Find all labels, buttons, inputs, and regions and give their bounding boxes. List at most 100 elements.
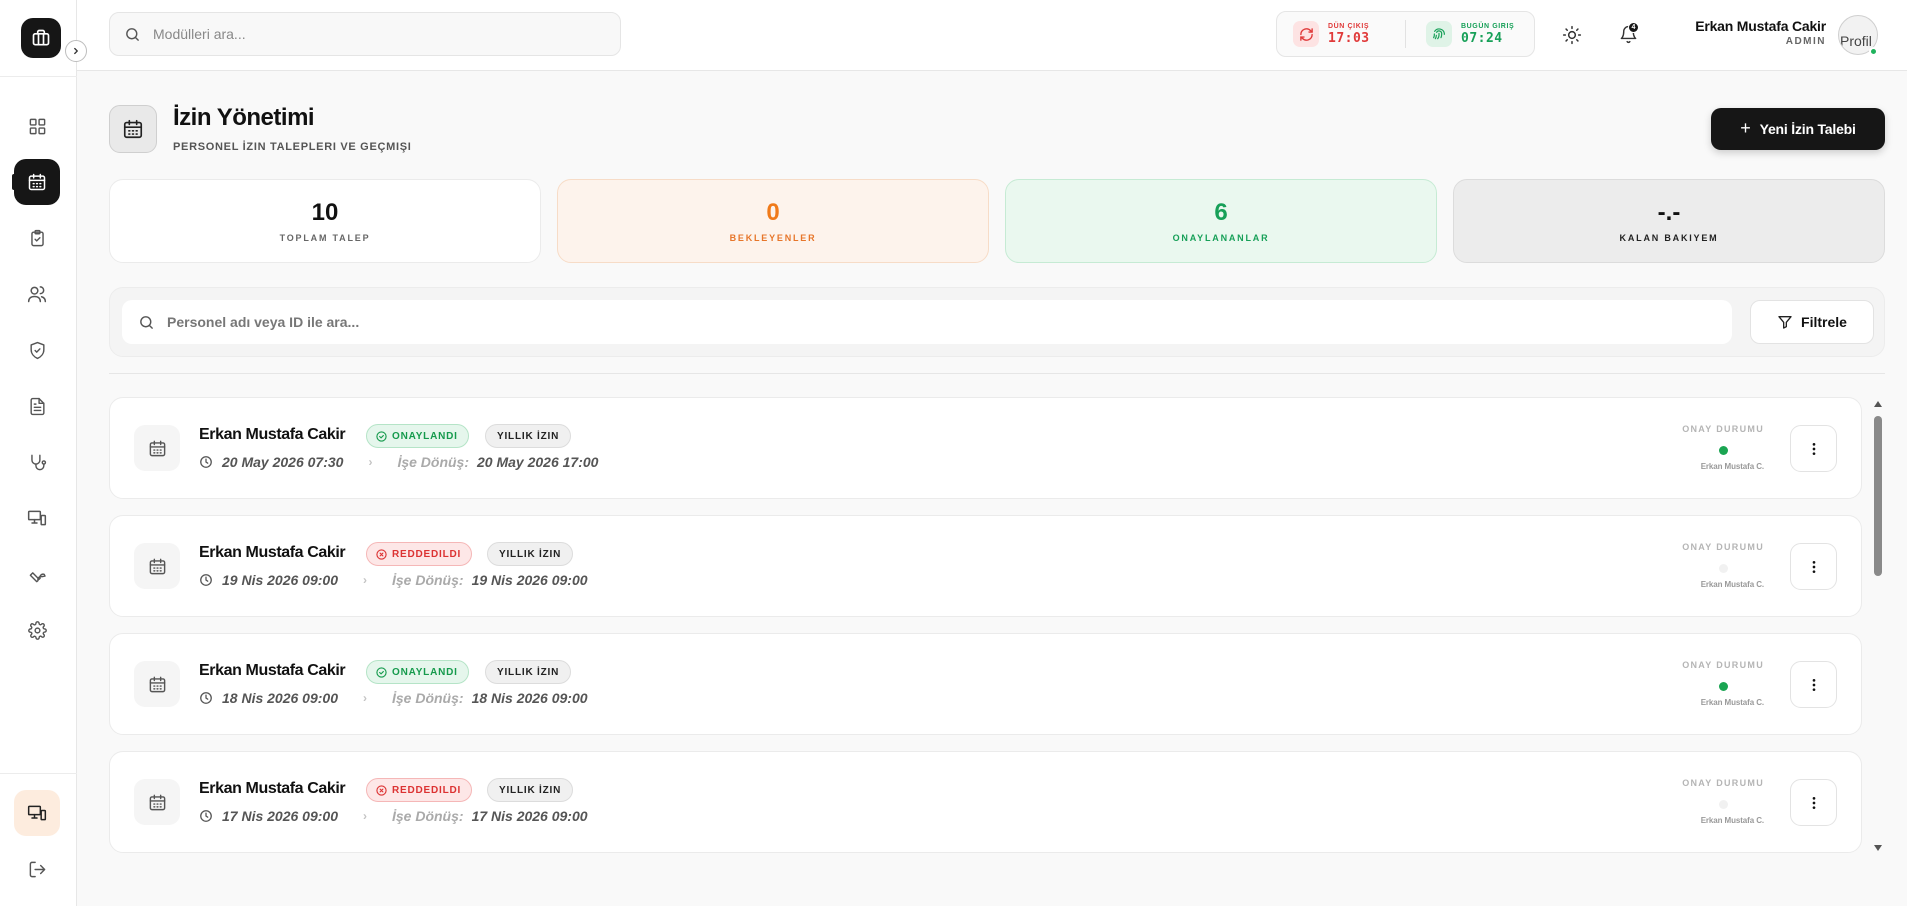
devices-icon xyxy=(27,805,47,821)
start-date: 17 Nis 2026 09:00 xyxy=(222,808,338,824)
status-badge: REDDEDILDI xyxy=(366,542,473,566)
sidebar-item-leave[interactable] xyxy=(14,159,60,205)
start-date: 20 May 2026 07:30 xyxy=(222,454,344,470)
sidebar-item-health[interactable] xyxy=(14,439,60,485)
online-status-dot xyxy=(1869,47,1878,56)
module-search-input[interactable] xyxy=(153,26,593,42)
yesterday-checkout-time: 17:03 xyxy=(1328,30,1370,46)
more-options-button[interactable] xyxy=(1790,543,1837,590)
clock-icon xyxy=(200,456,212,468)
return-date: 20 May 2026 17:00 xyxy=(477,454,599,470)
theme-toggle-button[interactable] xyxy=(1557,20,1587,50)
refresh-icon xyxy=(1299,27,1313,41)
status-badge: ONAYLANDI xyxy=(366,424,469,448)
yesterday-checkout: DÜN ÇIKIŞ 17:03 xyxy=(1277,21,1401,47)
document-icon xyxy=(29,397,45,415)
sidebar-collapse-button[interactable] xyxy=(65,40,87,62)
leave-type-badge: YILLIK İZIN xyxy=(487,542,574,566)
scroll-down-arrow[interactable] xyxy=(1874,845,1882,851)
more-options-button[interactable] xyxy=(1790,661,1837,708)
sidebar-item-tools[interactable] xyxy=(14,551,60,597)
chevron-right-icon xyxy=(74,47,78,55)
list-scrollbar[interactable] xyxy=(1872,397,1884,855)
leave-request-card[interactable]: Erkan Mustafa Cakir REDDEDILDI YILLIK İZ… xyxy=(109,751,1862,853)
sidebar-divider xyxy=(0,76,77,77)
more-vertical-icon xyxy=(1812,796,1815,809)
sidebar-item-logout[interactable] xyxy=(14,846,60,892)
approval-status-dot xyxy=(1719,800,1728,809)
today-checkin: BUGÜN GIRIŞ 07:24 xyxy=(1410,21,1534,47)
leave-type-badge: YILLIK İZIN xyxy=(485,660,572,684)
status-badge: REDDEDILDI xyxy=(366,778,473,802)
chevron-right-icon: › xyxy=(362,809,367,823)
return-date: 18 Nis 2026 09:00 xyxy=(471,690,588,706)
sidebar-divider-bottom xyxy=(0,773,77,774)
approval-status-dot xyxy=(1719,682,1728,691)
filter-button[interactable]: Filtrele xyxy=(1750,300,1874,344)
chevron-right-icon: › xyxy=(368,455,373,469)
clock-icon xyxy=(200,692,212,704)
employee-name: Erkan Mustafa Cakir xyxy=(199,426,346,443)
brand-logo[interactable] xyxy=(21,18,61,58)
stat-balance-label: KALAN BAKIYEM xyxy=(1619,233,1719,243)
personnel-search[interactable] xyxy=(122,300,1732,344)
date-row: 20 May 2026 07:30 › İşe Dönüş: 20 May 20… xyxy=(199,454,598,470)
module-search[interactable] xyxy=(109,12,621,56)
calendar-icon-box xyxy=(134,779,180,825)
devices-icon xyxy=(27,510,47,526)
return-date: 19 Nis 2026 09:00 xyxy=(471,572,588,588)
fingerprint-icon-box xyxy=(1426,21,1452,47)
shield-check-icon xyxy=(29,341,45,359)
more-options-button[interactable] xyxy=(1790,779,1837,826)
user-name: Erkan Mustafa Cakir xyxy=(1695,18,1826,34)
sidebar-item-settings[interactable] xyxy=(14,607,60,653)
scroll-up-arrow[interactable] xyxy=(1874,401,1882,407)
wrench-icon xyxy=(29,571,46,582)
sidebar-item-kiosk[interactable] xyxy=(14,790,60,836)
yesterday-checkout-label: DÜN ÇIKIŞ xyxy=(1328,22,1370,30)
logout-icon xyxy=(29,861,45,877)
return-date: 17 Nis 2026 09:00 xyxy=(471,808,588,824)
leave-request-card[interactable]: Erkan Mustafa Cakir ONAYLANDI YILLIK İZI… xyxy=(109,633,1862,735)
notifications-button[interactable]: 4 xyxy=(1613,19,1643,49)
return-label: İşe Dönüş: xyxy=(391,572,464,588)
sidebar-item-devices[interactable] xyxy=(14,495,60,541)
x-circle-icon xyxy=(376,548,387,560)
calendar-icon xyxy=(149,440,165,456)
refresh-icon-box xyxy=(1293,21,1319,47)
date-row: 17 Nis 2026 09:00 › İşe Dönüş: 17 Nis 20… xyxy=(199,808,588,824)
stat-pending-label: BEKLEYENLER xyxy=(729,233,817,243)
content-divider xyxy=(109,373,1885,374)
notification-count-badge: 4 xyxy=(1628,22,1639,33)
stat-total-label: TOPLAM TALEP xyxy=(279,233,371,243)
return-label: İşe Dönüş: xyxy=(391,690,464,706)
sidebar xyxy=(0,0,77,906)
more-vertical-icon xyxy=(1812,442,1815,455)
sidebar-item-documents[interactable] xyxy=(14,383,60,429)
leave-request-card[interactable]: Erkan Mustafa Cakir REDDEDILDI YILLIK İZ… xyxy=(109,515,1862,617)
briefcase-icon xyxy=(32,29,50,46)
more-options-button[interactable] xyxy=(1790,425,1837,472)
start-date: 19 Nis 2026 09:00 xyxy=(222,572,338,588)
leave-type-badge: YILLIK İZIN xyxy=(485,424,572,448)
sidebar-item-dashboard[interactable] xyxy=(14,103,60,149)
calendar-icon-box xyxy=(134,543,180,589)
calendar-icon xyxy=(28,173,46,191)
sidebar-item-users[interactable] xyxy=(14,271,60,317)
new-leave-request-button[interactable]: + Yeni İzin Talebi xyxy=(1711,108,1885,150)
leave-request-card[interactable]: Erkan Mustafa Cakir ONAYLANDI YILLIK İZI… xyxy=(109,397,1862,499)
stat-total: 10 TOPLAM TALEP xyxy=(109,179,541,263)
scroll-thumb[interactable] xyxy=(1874,416,1882,576)
approval-status-label: ONAY DURUMU xyxy=(1682,778,1764,788)
search-icon xyxy=(126,27,139,41)
clipboard-check-icon xyxy=(30,229,44,246)
personnel-search-input[interactable] xyxy=(167,314,1667,330)
filter-button-label: Filtrele xyxy=(1801,314,1847,330)
sidebar-item-tasks[interactable] xyxy=(14,215,60,261)
clock-icon xyxy=(200,810,212,822)
filter-icon xyxy=(1778,316,1792,329)
page-icon xyxy=(109,105,157,153)
sidebar-item-security[interactable] xyxy=(14,327,60,373)
employee-name: Erkan Mustafa Cakir xyxy=(199,780,346,797)
stat-approved: 6 ONAYLANANLAR xyxy=(1005,179,1437,263)
